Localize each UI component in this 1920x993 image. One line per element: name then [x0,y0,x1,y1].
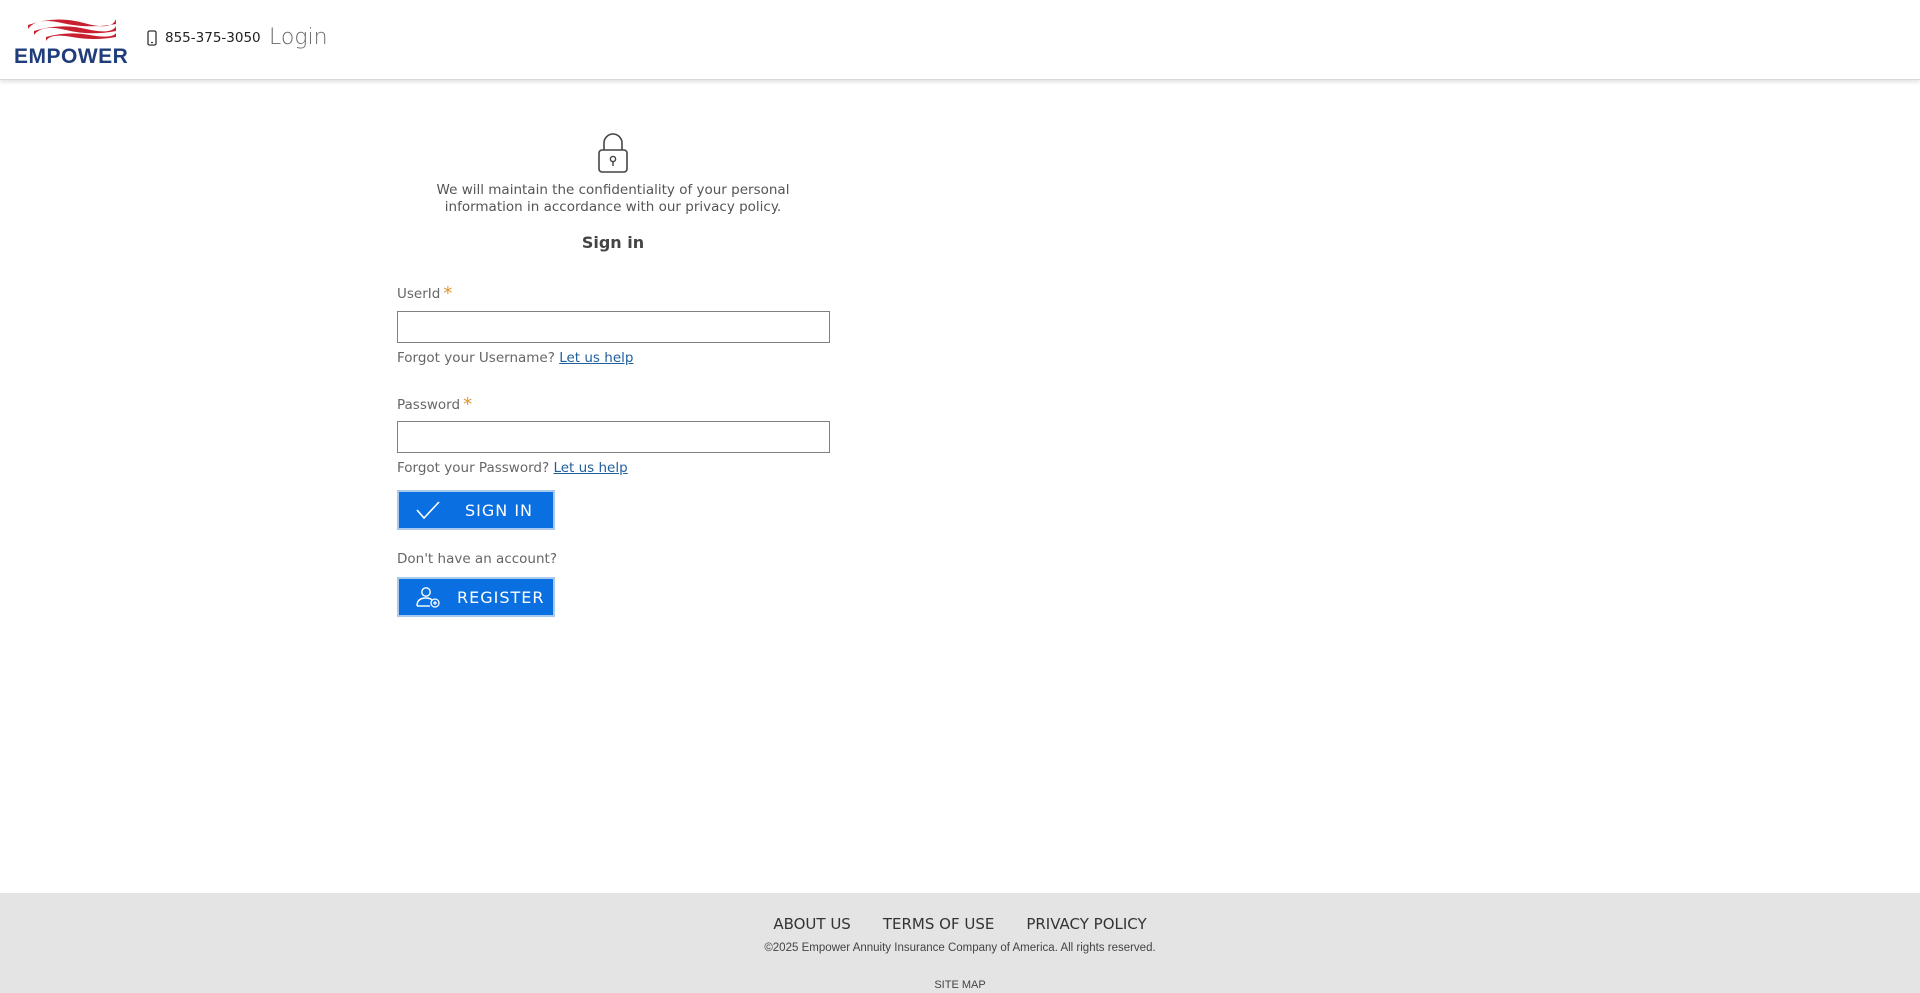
userid-label-text: UserId [397,286,441,302]
page-title: Login [269,25,328,50]
password-input[interactable] [397,421,830,453]
userid-label: UserId * [397,282,453,304]
lock-icon [598,133,628,173]
username-help-text: Forgot your Username? [397,350,555,366]
site-footer: ABOUT US TERMS OF USE PRIVACY POLICY ©20… [0,893,1920,993]
required-marker: * [463,394,473,415]
sign-in-heading: Sign in [581,233,645,252]
user-add-icon [416,587,440,608]
empower-logo[interactable]: EMPOWER [14,15,128,68]
sign-in-button-label: SIGN IN [465,500,534,520]
password-label: Password * [397,393,473,415]
footer-nav: ABOUT US TERMS OF USE PRIVACY POLICY [0,915,1920,933]
password-help-link[interactable]: Let us help [553,460,627,476]
register-button[interactable]: REGISTER [397,577,555,617]
password-label-text: Password [397,397,461,413]
mobile-phone-icon [147,30,157,46]
required-marker: * [443,283,453,304]
username-help: Forgot your Username? Let us help [397,350,633,366]
privacy-notice: We will maintain the confidentiality of … [436,182,790,215]
username-help-link[interactable]: Let us help [559,350,633,366]
copyright-text: ©2025 Empower Annuity Insurance Company … [764,942,1156,954]
site-map-link[interactable]: SITE MAP [0,979,1920,991]
sign-in-button[interactable]: SIGN IN [397,490,555,530]
checkmark-icon [416,501,440,520]
footer-link-about-us[interactable]: ABOUT US [773,915,851,933]
password-help-text: Forgot your Password? [397,460,550,476]
register-button-label: REGISTER [457,587,545,607]
userid-input[interactable] [397,311,830,343]
site-header: EMPOWER 855-375-3050 Login [0,0,1920,80]
footer-link-terms-of-use[interactable]: TERMS OF USE [883,915,994,933]
logo-text: EMPOWER [14,45,129,68]
password-help: Forgot your Password? Let us help [397,460,628,476]
phone-contact[interactable]: 855-375-3050 [147,30,261,46]
flag-stripes-icon [28,19,116,41]
footer-link-privacy-policy[interactable]: PRIVACY POLICY [1026,915,1146,933]
phone-number: 855-375-3050 [165,30,261,46]
no-account-text: Don't have an account? [397,551,557,567]
